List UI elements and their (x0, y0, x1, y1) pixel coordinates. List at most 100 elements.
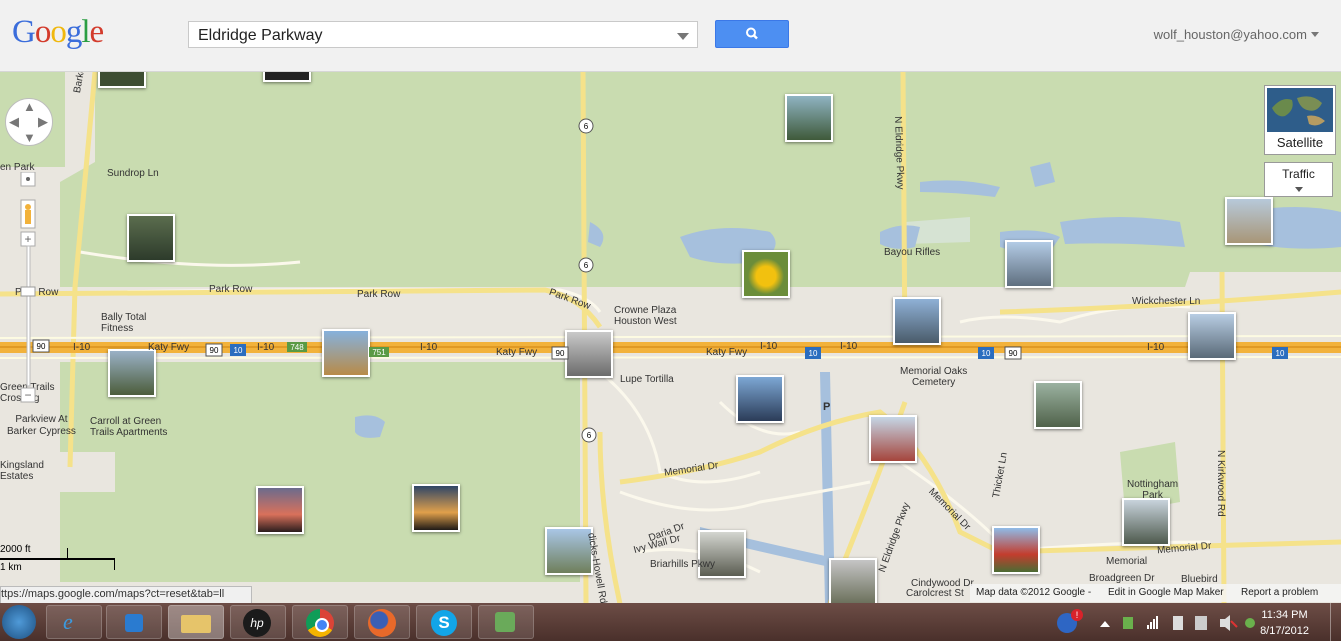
photo-thumbnail[interactable] (829, 558, 877, 604)
svg-text:−: − (24, 388, 31, 402)
taskbar-clock[interactable]: 11:34 PM 8/17/2012 (1260, 607, 1309, 639)
photo-thumbnail[interactable] (1122, 498, 1170, 546)
status-bar-url: ttps://maps.google.com/maps?ct=reset&tab… (0, 586, 252, 604)
map-data-attribution: Map data ©2012 Google - (976, 587, 1092, 598)
highway-label: I-10 (840, 341, 858, 352)
media-icon[interactable] (106, 605, 162, 639)
globe-icon (1272, 96, 1325, 126)
photo-thumbnail[interactable] (785, 94, 833, 142)
poi-label: Lupe Tortilla (620, 374, 674, 385)
ie-icon[interactable]: e (46, 605, 102, 639)
photo-thumbnail[interactable] (736, 375, 784, 423)
photo-thumbnail[interactable] (992, 526, 1040, 574)
highway-label: Katy Fwy (496, 347, 538, 358)
photo-thumbnail[interactable] (1005, 240, 1053, 288)
report-problem-link[interactable]: Report a problem (1241, 587, 1318, 598)
search-icon (746, 27, 758, 40)
highway-label: I-10 (1147, 342, 1165, 353)
water-body (1060, 217, 1185, 247)
svg-text:!: ! (1076, 610, 1079, 620)
satellite-button[interactable]: Satellite (1264, 85, 1336, 155)
map-canvas[interactable]: Sundrop Ln Barker Cypress Park Row Park … (0, 72, 1341, 604)
photo-thumbnail[interactable] (565, 330, 613, 378)
area-label: Memorial (1106, 556, 1148, 567)
pan-down-icon[interactable]: ▼ (23, 131, 36, 144)
photo-thumbnail[interactable] (127, 214, 175, 262)
area-label: Nottingham Park (1127, 479, 1179, 501)
pan-left-icon[interactable]: ◀ (9, 115, 19, 128)
hp-icon[interactable]: hp (230, 605, 286, 639)
show-desktop-button[interactable] (1330, 603, 1341, 641)
poi-label: Bayou Rifles (884, 247, 941, 258)
photo-thumbnail[interactable] (698, 530, 746, 578)
system-tray: ! (1057, 609, 1255, 633)
highway-label: I-10 (73, 342, 91, 353)
satellite-thumbnail (1267, 88, 1333, 132)
photo-thumbnail[interactable] (263, 72, 311, 82)
highway-label: Katy Fwy (706, 347, 748, 358)
network-icon[interactable] (478, 605, 534, 639)
traffic-label: Traffic (1282, 167, 1315, 181)
google-logo[interactable]: Google (12, 14, 104, 51)
street-label: Briarhills Pkwy (650, 559, 716, 570)
street-label: Broadgreen Dr (1089, 573, 1155, 584)
search-button[interactable] (715, 20, 789, 48)
account-email[interactable]: wolf_houston@yahoo.com (1154, 27, 1307, 42)
photo-thumbnail[interactable] (1225, 197, 1273, 245)
edit-map-maker-link[interactable]: Edit in Google Map Maker (1108, 587, 1224, 598)
status-url: ttps://maps.google.com/maps?ct=reset&tab… (1, 588, 225, 600)
poi-label: Bally Total Fitness (101, 312, 147, 334)
security-icon (1123, 617, 1133, 629)
pan-up-icon[interactable]: ▲ (23, 100, 36, 113)
water-body (355, 415, 385, 438)
zoom-control[interactable]: + − (20, 172, 37, 404)
photo-thumbnail[interactable] (108, 349, 156, 397)
skype-icon[interactable]: S (416, 605, 472, 639)
start-icon[interactable] (2, 605, 36, 639)
street-label: Park Row (357, 289, 401, 300)
signal-icon (1147, 616, 1158, 629)
search-value: Eldridge Parkway (198, 27, 323, 44)
traffic-button[interactable]: Traffic (1264, 162, 1333, 197)
scale-imperial: 2000 ft (0, 544, 31, 555)
photo-thumbnail[interactable] (322, 329, 370, 377)
photo-thumbnail[interactable] (742, 250, 790, 298)
display-icon (1195, 616, 1207, 630)
poi-label: Crowne Plaza Houston West (614, 305, 677, 327)
pan-control[interactable]: ▲ ▼ ◀ ▶ (5, 98, 53, 146)
street-label: Wickchester Ln (1132, 296, 1201, 307)
flag-icon (1173, 616, 1183, 630)
search-input[interactable]: Eldridge Parkway (188, 21, 698, 48)
explorer-icon[interactable] (168, 605, 224, 639)
firefox-icon[interactable] (354, 605, 410, 639)
show-hidden-icon (1100, 621, 1110, 627)
svg-text:+: + (24, 232, 31, 246)
photo-thumbnail[interactable] (869, 415, 917, 463)
wireless-icon (1245, 618, 1255, 628)
account-dropdown-icon[interactable] (1311, 32, 1319, 37)
search-dropdown-icon[interactable] (677, 33, 689, 40)
photo-thumbnail[interactable] (256, 486, 304, 534)
header-bar: Google Eldridge Parkway wolf_houston@yah… (0, 0, 1341, 72)
poi-label: Carroll at Green Trails Apartments (90, 416, 168, 438)
street-label: N Kirkwood Rd (1215, 450, 1226, 517)
area-label: Kingsland Estates (0, 460, 44, 482)
clock-time: 11:34 PM (1261, 609, 1308, 621)
zoom-slider[interactable]: + − (20, 172, 37, 404)
photo-thumbnail[interactable] (1188, 312, 1236, 360)
pan-right-icon[interactable]: ▶ (38, 115, 48, 128)
photo-thumbnail[interactable] (893, 297, 941, 345)
street-label: Park Row (209, 284, 253, 295)
photo-thumbnail[interactable] (1034, 381, 1082, 429)
street-label: Sundrop Ln (107, 168, 159, 179)
photo-thumbnail[interactable] (98, 72, 146, 88)
clock-date: 8/17/2012 (1260, 625, 1309, 637)
poi-label: Parkview At Barker Cypress (7, 414, 76, 437)
photo-thumbnail[interactable] (412, 484, 460, 532)
highway-label: I-10 (420, 342, 438, 353)
highway-label: I-10 (257, 342, 275, 353)
chrome-icon[interactable] (292, 605, 348, 639)
chevron-down-icon[interactable] (1295, 187, 1303, 192)
windows-taskbar: e hp S ! 11:34 PM 8/17/2012 (0, 603, 1341, 641)
street-label: Carolcrest St (906, 588, 964, 599)
